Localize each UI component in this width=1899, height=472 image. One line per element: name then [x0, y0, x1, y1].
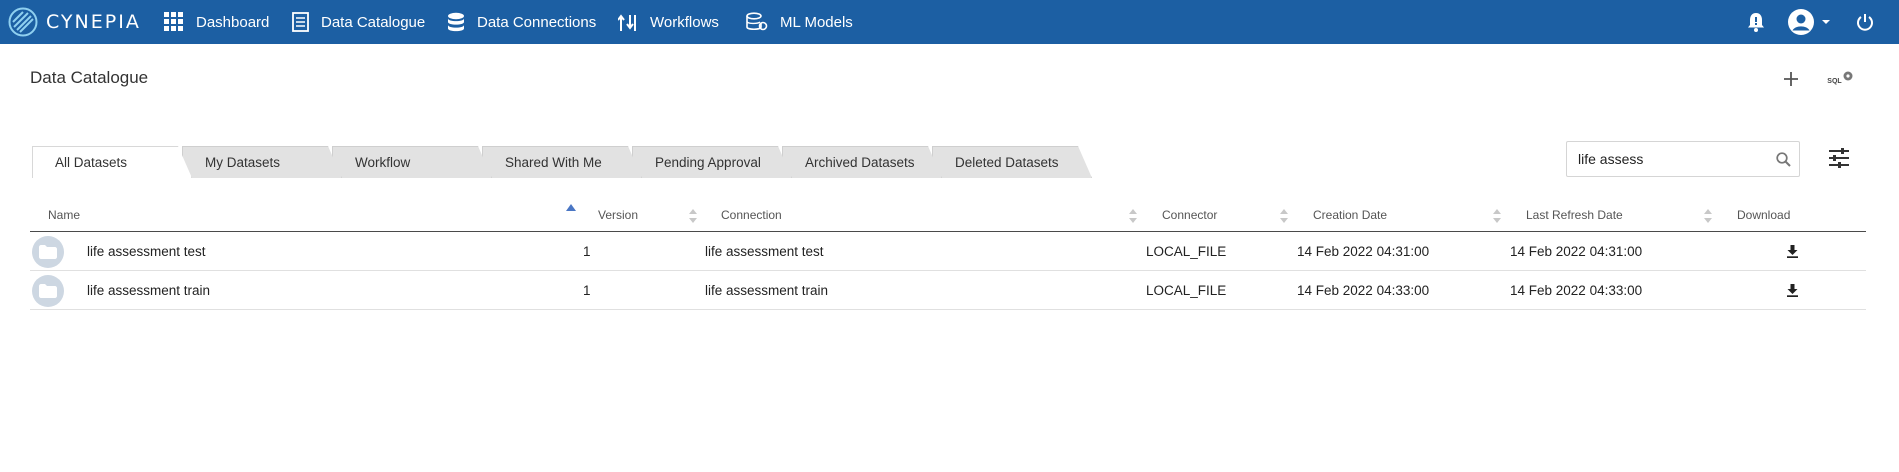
- tab-deleted-datasets[interactable]: Deleted Datasets: [932, 146, 1092, 178]
- tab-label: Workflow: [355, 155, 411, 170]
- creation-date-cell: 14 Feb 2022 04:33:00: [1297, 283, 1430, 298]
- sort-ascending-icon[interactable]: [566, 204, 576, 212]
- nav-dashboard-label: Dashboard: [196, 13, 270, 31]
- dataset-name-link[interactable]: life assessment train: [87, 271, 210, 310]
- tab-archived-datasets[interactable]: Archived Datasets: [782, 146, 942, 178]
- column-header-name[interactable]: Name: [48, 198, 80, 232]
- tab-label: My Datasets: [205, 155, 281, 170]
- nav-data-catalogue-label: Data Catalogue: [321, 13, 426, 31]
- creation-date-cell: 14 Feb 2022 04:31:00: [1297, 244, 1430, 259]
- nav-dashboard[interactable]: Dashboard: [164, 0, 269, 44]
- tab-shared-with-me[interactable]: Shared With Me: [482, 146, 642, 178]
- power-icon: [1857, 14, 1873, 31]
- database-icon: [448, 12, 464, 31]
- nav-ml-models[interactable]: ML Models: [746, 0, 853, 44]
- tab-pending-approval[interactable]: Pending Approval: [632, 146, 792, 178]
- column-header-label: Download: [1737, 208, 1791, 222]
- sort-icon[interactable]: [1492, 208, 1502, 224]
- top-navigation-bar: CYNEPIA Dashboard Data Catalogue Data Co…: [0, 0, 1899, 44]
- tab-workflow[interactable]: Workflow: [332, 146, 492, 178]
- sort-icon[interactable]: [1128, 208, 1138, 224]
- last-refresh-date-cell: 14 Feb 2022 04:31:00: [1510, 244, 1643, 259]
- brand-logo[interactable]: CYNEPIA: [8, 6, 141, 38]
- table-row[interactable]: life assessment train 1 life assessment …: [30, 271, 1866, 310]
- connection-cell: life assessment train: [705, 283, 829, 298]
- column-header-connector[interactable]: Connector: [1162, 198, 1217, 232]
- connector-cell: LOCAL_FILE: [1146, 244, 1227, 259]
- column-header-label: Name: [48, 208, 81, 222]
- tab-label: Deleted Datasets: [955, 155, 1059, 170]
- sort-icon[interactable]: [1703, 208, 1713, 224]
- folder-icon: [32, 236, 64, 268]
- nav-ml-models-label: ML Models: [780, 13, 853, 31]
- ml-models-icon: [746, 12, 768, 31]
- add-dataset-button[interactable]: [1778, 66, 1804, 92]
- logout-button[interactable]: [1856, 0, 1874, 44]
- page-title: Data Catalogue: [30, 68, 149, 87]
- nav-data-connections-label: Data Connections: [477, 13, 597, 31]
- column-header-label: Last Refresh Date: [1526, 208, 1623, 222]
- document-icon: [292, 12, 309, 32]
- download-button[interactable]: [1787, 271, 1798, 310]
- nav-workflows-label: Workflows: [650, 13, 719, 31]
- tab-label: All Datasets: [55, 155, 128, 170]
- version-cell: 1: [583, 244, 591, 259]
- table-row[interactable]: life assessment test 1 life assessment t…: [30, 232, 1866, 271]
- connection-cell: life assessment test: [705, 244, 824, 259]
- tab-label: Shared With Me: [505, 155, 602, 170]
- chevron-down-icon: [1822, 20, 1830, 24]
- connector-cell: LOCAL_FILE: [1146, 283, 1227, 298]
- bell-icon: [1748, 13, 1764, 32]
- search-box: [1566, 141, 1800, 177]
- nav-data-connections[interactable]: Data Connections: [447, 0, 596, 44]
- sort-icon[interactable]: [1279, 208, 1289, 224]
- table-header: Name Version Connection Connector Creati…: [30, 198, 1866, 232]
- column-header-last-refresh-date[interactable]: Last Refresh Date: [1526, 198, 1623, 232]
- column-header-connection[interactable]: Connection: [721, 198, 782, 232]
- brand-name: CYNEPIA: [46, 11, 141, 33]
- column-header-label: Creation Date: [1313, 208, 1388, 222]
- nav-workflows[interactable]: Workflows: [618, 0, 719, 44]
- download-icon: [1787, 284, 1798, 297]
- tab-strip: Deleted Datasets Archived Datasets Pendi…: [0, 146, 1100, 178]
- cynepia-logo-icon: [8, 7, 38, 37]
- notifications-button[interactable]: [1747, 0, 1765, 44]
- dataset-name-link[interactable]: life assessment test: [87, 232, 206, 271]
- filter-settings-button[interactable]: [1826, 146, 1852, 170]
- download-icon: [1787, 245, 1798, 258]
- column-header-download: Download: [1737, 198, 1790, 232]
- column-header-label: Version: [598, 208, 639, 222]
- download-button[interactable]: [1787, 232, 1798, 271]
- datasets-table: Name Version Connection Connector Creati…: [30, 198, 1866, 310]
- last-refresh-date-cell: 14 Feb 2022 04:33:00: [1510, 283, 1643, 298]
- tab-label: Archived Datasets: [805, 155, 915, 170]
- workflow-icon: [618, 14, 636, 31]
- search-input[interactable]: [1578, 149, 1768, 169]
- column-header-label: Connection: [721, 208, 782, 222]
- grid-icon: [164, 12, 183, 31]
- user-menu-button[interactable]: [1787, 0, 1832, 44]
- folder-icon: [32, 275, 64, 307]
- sort-icon[interactable]: [688, 208, 698, 224]
- search-icon[interactable]: [1776, 152, 1791, 167]
- sql-label: SQL: [1827, 77, 1842, 85]
- column-header-creation-date[interactable]: Creation Date: [1313, 198, 1387, 232]
- settings-badge-icon: [1843, 71, 1853, 80]
- tab-all-datasets[interactable]: All Datasets: [32, 146, 192, 178]
- plus-icon: [1784, 72, 1798, 86]
- user-avatar-icon: [1788, 9, 1814, 35]
- column-header-label: Connector: [1162, 208, 1218, 222]
- tab-label: Pending Approval: [655, 155, 761, 170]
- nav-data-catalogue[interactable]: Data Catalogue: [292, 0, 425, 44]
- sliders-icon: [1829, 148, 1849, 168]
- version-cell: 1: [583, 283, 591, 298]
- sql-query-button[interactable]: SQL: [1824, 66, 1856, 92]
- column-header-version[interactable]: Version: [598, 198, 638, 232]
- tab-my-datasets[interactable]: My Datasets: [182, 146, 342, 178]
